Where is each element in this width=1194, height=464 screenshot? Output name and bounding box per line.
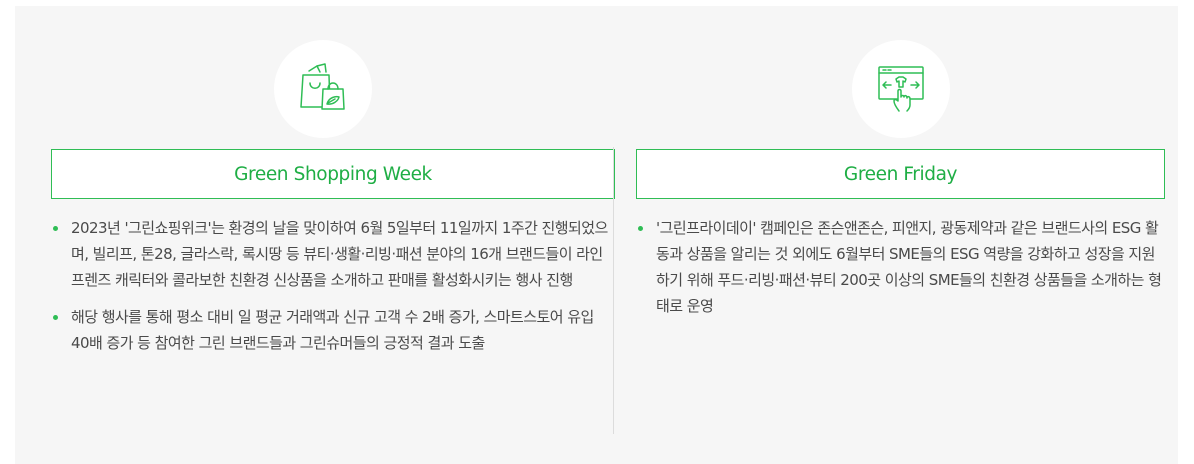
- content-panel: Green Shopping Week 2023년 '그린쇼핑위크'는 환경의 …: [15, 6, 1178, 464]
- icon-circle: [274, 40, 372, 138]
- bullet-item: 2023년 '그린쇼핑위크'는 환경의 날을 맞이하여 6월 5일부터 11일까…: [51, 215, 615, 293]
- section-title: Green Shopping Week: [51, 149, 615, 199]
- browser-hand-click-icon: [873, 59, 929, 119]
- shopping-bags-icon: [295, 59, 351, 119]
- bullet-list: '그린프라이데이' 캠페인은 존슨앤존슨, 피앤지, 광동제약과 같은 브랜드사…: [636, 215, 1165, 330]
- bullet-dot: [53, 315, 58, 320]
- bullet-dot: [53, 226, 58, 231]
- section-title: Green Friday: [636, 149, 1165, 199]
- bullet-item: 해당 행사를 통해 평소 대비 일 평균 거래액과 신규 고객 수 2배 증가,…: [51, 304, 615, 356]
- icon-circle: [852, 40, 950, 138]
- bullet-list: 2023년 '그린쇼핑위크'는 환경의 날을 맞이하여 6월 5일부터 11일까…: [51, 215, 615, 367]
- bullet-item: '그린프라이데이' 캠페인은 존슨앤존슨, 피앤지, 광동제약과 같은 브랜드사…: [636, 215, 1165, 319]
- column-divider: [613, 147, 614, 434]
- bullet-dot: [638, 226, 643, 231]
